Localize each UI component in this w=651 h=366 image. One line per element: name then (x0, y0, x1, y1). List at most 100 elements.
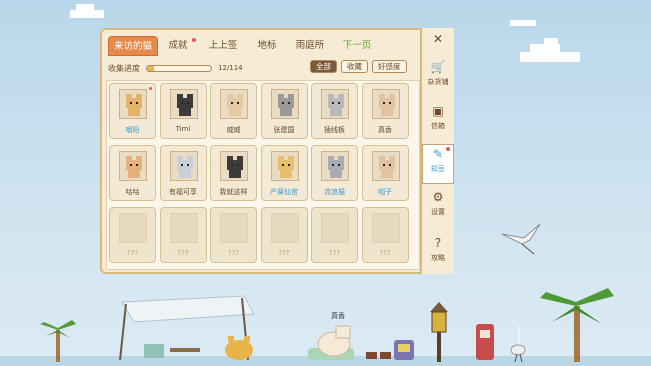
sidebar-item-2[interactable]: ✎ 知豆 (422, 144, 454, 184)
cat-sprite (276, 94, 296, 116)
progress-label: 收集进度 (108, 63, 140, 73)
cat-portrait (371, 89, 400, 119)
cat-grid: 咽阳 Timi 威威 张建国 插线板 真香咕咕 有福可享 我就这样 产屎仙官 流浪猫 咽子?????… (109, 83, 409, 263)
cat-card[interactable]: 有福可享 (159, 145, 207, 201)
cat-card[interactable]: 真香 (361, 83, 409, 139)
cat-card[interactable]: 咽子 (361, 145, 409, 201)
cat-sprite (225, 94, 245, 116)
mailbox-icon: ▣ (432, 104, 444, 118)
locked-cat-card[interactable]: ??? (109, 207, 156, 263)
progress-bar-fill (147, 65, 154, 71)
notification-dot (446, 147, 450, 151)
collection-panel: 来访的猫 成就 上上签 地标 雨庭所 下一页 收集进度 12/114 全部 收藏 好感度 咽阳… (100, 28, 454, 274)
cat-name: 真香 (378, 126, 392, 134)
cat-portrait (169, 89, 198, 119)
cat-sprite (124, 94, 144, 116)
palm-tree-right (540, 288, 614, 362)
cat-name: 有福可享 (169, 188, 197, 196)
sidebar-item-0[interactable]: 🛒 杂货铺 (422, 58, 454, 98)
crane-standing (510, 326, 526, 362)
cat-portrait (321, 151, 349, 181)
tab-1[interactable]: 成就 (158, 36, 198, 56)
lantern-post (430, 302, 448, 362)
cat-card[interactable]: Timi (159, 83, 207, 139)
gear-icon: ⚙ (432, 190, 444, 204)
locked-cat-card[interactable]: ??? (311, 207, 358, 263)
cat-name: 咕咕 (125, 188, 140, 196)
help-icon: ? (434, 236, 442, 250)
sidebar-item-4[interactable]: ? 攻略 (422, 234, 454, 274)
cat-sprite (377, 156, 397, 178)
cat-name: 流浪猫 (324, 188, 345, 196)
cat-food-machine (476, 324, 494, 360)
notification-dot (149, 87, 152, 90)
cat-name: 我就这样 (219, 188, 248, 196)
tab-4[interactable]: 雨庭所 (286, 36, 334, 56)
locked-cat-card[interactable]: ??? (159, 207, 207, 263)
cat-sprite (175, 94, 195, 116)
cat-sprite (377, 94, 397, 116)
filter-button-0[interactable]: 全部 (310, 60, 337, 73)
yellow-cat (225, 336, 253, 360)
sidebar-item-label: 攻略 (431, 254, 445, 262)
cloud (510, 20, 536, 26)
cat-portrait (270, 89, 299, 119)
sidebar-item-label: 知豆 (431, 165, 445, 173)
crane-bird (501, 223, 541, 255)
filter-button-2[interactable]: 好感度 (372, 60, 407, 73)
locked-cat-name: ??? (278, 249, 290, 257)
cat-portrait (119, 89, 147, 119)
cat-name: 威威 (226, 126, 241, 134)
tab-5[interactable]: 下一页 (334, 36, 380, 56)
cat-portrait (371, 151, 400, 181)
locked-portrait (270, 213, 299, 243)
sidebar-item-1[interactable]: ▣ 信箱 (422, 102, 454, 142)
progress-count: 12/114 (218, 64, 243, 72)
cat-name: 插线板 (324, 126, 345, 134)
cat-name: 咽阳 (125, 126, 140, 134)
filter-buttons: 全部 收藏 好感度 (310, 60, 407, 73)
cloud (520, 38, 580, 62)
tab-0[interactable]: 来访的猫 (108, 36, 158, 56)
locked-cat-card[interactable]: ??? (260, 207, 308, 263)
cat-card[interactable]: 插线板 (311, 83, 358, 139)
cloud (70, 4, 104, 18)
tab-3[interactable]: 地标 (248, 36, 286, 56)
cat-sprite (326, 156, 346, 178)
sidebar: ✕ 🛒 杂货铺 ▣ 信箱 ✎ 知豆 ⚙ 设置? 攻略 (420, 28, 454, 274)
cat-sprite (175, 156, 195, 178)
book-icon: ✎ (432, 147, 444, 161)
locked-portrait (119, 213, 147, 243)
locked-cat-card[interactable]: ??? (210, 207, 257, 263)
locked-cat-name: ??? (227, 249, 240, 257)
cat-sprite (276, 156, 296, 178)
cat-portrait (270, 151, 299, 181)
cat-card[interactable]: 产屎仙官 (260, 145, 308, 201)
cat-card[interactable]: 我就这样 (210, 145, 257, 201)
cat-portrait (220, 151, 248, 181)
cat-card[interactable]: 威威 (210, 83, 257, 139)
cat-card[interactable]: 咕咕 (109, 145, 156, 201)
tab-2[interactable]: 上上签 (198, 36, 248, 56)
cat-card[interactable]: 流浪猫 (311, 145, 358, 201)
locked-portrait (169, 213, 198, 243)
cat-portrait (169, 151, 198, 181)
scene-cat-label: 真香 (331, 312, 345, 320)
cart-icon: 🛒 (430, 60, 446, 74)
locked-portrait (321, 213, 349, 243)
close-icon[interactable]: ✕ (422, 32, 454, 50)
food-bowls (366, 352, 391, 359)
locked-cat-name: ??? (126, 249, 139, 257)
filter-button-1[interactable]: 收藏 (341, 60, 368, 73)
cat-name: Timi (175, 125, 191, 133)
locked-portrait (371, 213, 400, 243)
cat-sprite (326, 94, 346, 116)
cat-card[interactable]: 张建国 (260, 83, 308, 139)
sidebar-item-label: 杂货铺 (427, 78, 449, 86)
locked-cat-name: ??? (328, 249, 341, 257)
sidebar-item-label: 设置 (431, 208, 445, 216)
locked-cat-card[interactable]: ??? (361, 207, 409, 263)
sidebar-item-3[interactable]: ⚙ 设置 (422, 188, 454, 228)
cat-card[interactable]: 咽阳 (109, 83, 156, 139)
cat-grid-container: 咽阳 Timi 威威 张建国 插线板 真香咕咕 有福可享 我就这样 产屎仙官 流浪猫 咽子?????… (106, 80, 420, 270)
